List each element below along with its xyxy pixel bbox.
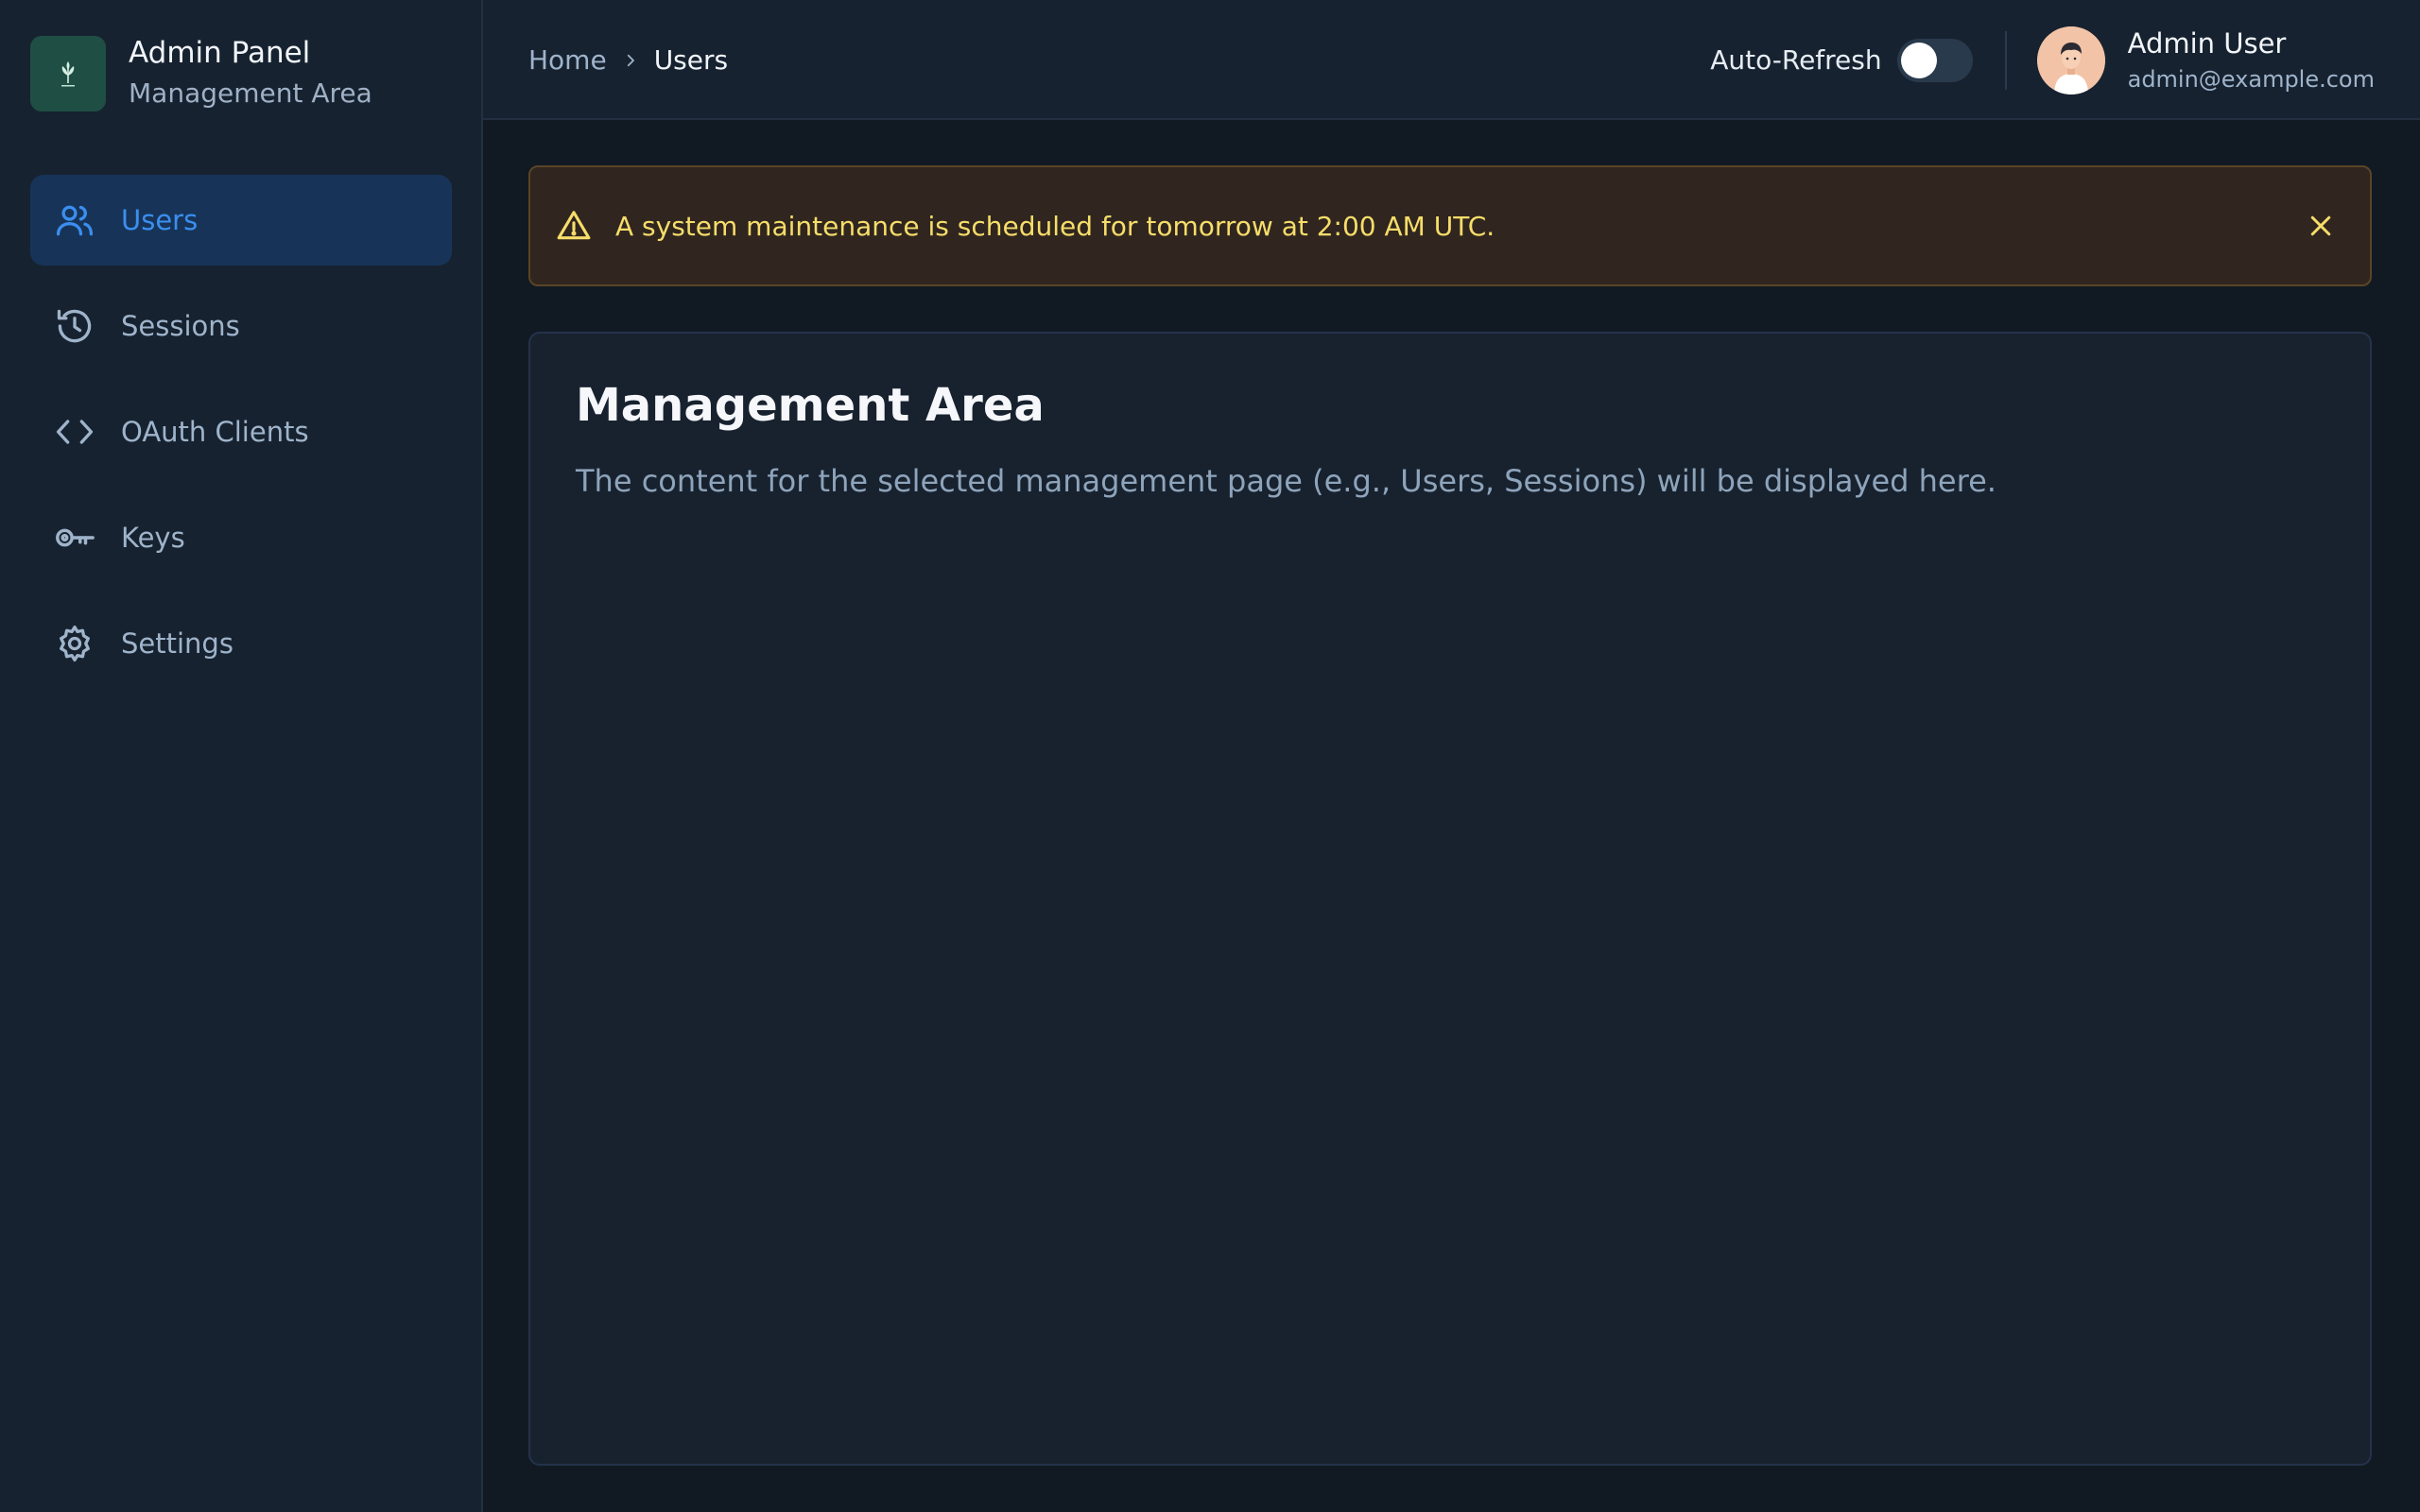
user-info: Admin User admin@example.com [2128,26,2375,94]
brand-subtitle: Management Area [129,77,372,109]
maintenance-alert: A system maintenance is scheduled for to… [528,165,2372,286]
sidebar-nav: Users Sessions OAuth Clients Keys Settin… [30,175,452,704]
leaf-logo-icon [61,61,75,87]
breadcrumb-home-link[interactable]: Home [528,44,607,76]
history-icon [53,304,96,348]
key-icon [53,516,96,559]
brand-title: Admin Panel [129,36,311,70]
warning-icon [555,207,593,245]
avatar[interactable] [2036,26,2105,94]
user-name: Admin User [2127,26,2287,60]
sidebar: Admin Panel Management Area Users Sessio… [0,0,483,1512]
sidebar-item-label: Sessions [121,310,240,342]
sidebar-item-keys[interactable]: Keys [30,492,452,583]
user-email: admin@example.com [2127,65,2375,93]
sidebar-item-label: OAuth Clients [121,416,309,448]
brand: Admin Panel Management Area [30,35,372,112]
sidebar-item-users[interactable]: Users [30,175,452,266]
gear-icon [53,622,96,665]
sidebar-item-sessions[interactable]: Sessions [30,281,452,371]
chevron-right-icon [622,52,639,69]
topbar: Home Users Auto-Refresh Admin User admin… [483,0,2420,120]
auto-refresh-label: Auto-Refresh [1710,44,1882,76]
sidebar-item-label: Settings [121,627,233,660]
user-avatar-icon [2036,26,2105,94]
close-icon[interactable] [2300,205,2342,247]
sidebar-item-label: Keys [121,522,185,554]
content-card: Management Area The content for the sele… [528,332,2372,1466]
brand-logo [30,36,106,112]
page-title: Management Area [576,379,1045,432]
users-icon [53,198,96,242]
breadcrumb-current: Users [653,44,729,76]
topbar-actions: Auto-Refresh Admin User admin@example.co… [1710,0,2375,120]
main-area: Home Users Auto-Refresh Admin User admin… [483,0,2420,1512]
code-icon [53,410,96,454]
divider [2004,30,2007,90]
breadcrumb: Home Users [528,0,728,120]
page-description: The content for the selected management … [576,463,1996,499]
sidebar-item-settings[interactable]: Settings [30,598,452,689]
app-root: Admin Panel Management Area Users Sessio… [0,0,2420,1512]
sidebar-item-oauth-clients[interactable]: OAuth Clients [30,387,452,477]
sidebar-item-label: Users [121,204,199,236]
auto-refresh-toggle[interactable] [1896,38,1973,82]
alert-message: A system maintenance is scheduled for to… [615,210,1495,242]
toggle-knob [1900,42,1937,78]
